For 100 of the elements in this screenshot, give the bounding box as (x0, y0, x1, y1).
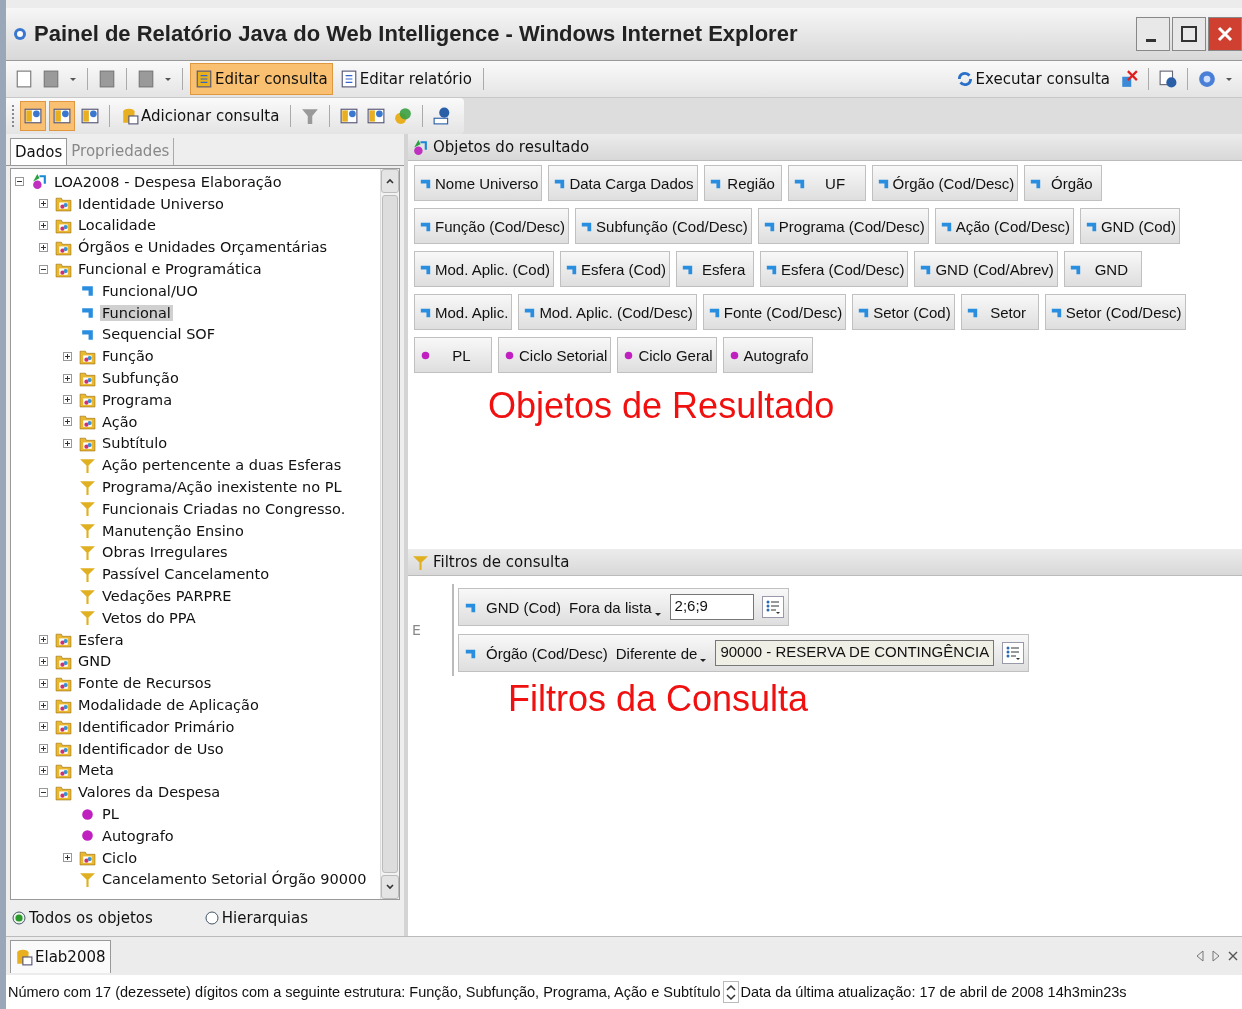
expand-icon[interactable] (39, 765, 51, 775)
view-option-radio[interactable]: Todos os objetos (12, 908, 153, 928)
expand-icon[interactable] (39, 656, 51, 666)
collapse-icon[interactable] (15, 177, 27, 187)
collapse-icon[interactable] (39, 264, 51, 274)
tree-item[interactable]: GND (76, 653, 114, 670)
tree-item[interactable]: Passível Cancelamento (100, 566, 272, 583)
result-object-button[interactable]: Mod. Aplic. (414, 294, 513, 330)
result-object-button[interactable]: Ação (Cod/Desc) (934, 208, 1074, 244)
tree-item[interactable]: Autografo (100, 827, 176, 844)
result-object-button[interactable]: Função (Cod/Desc) (414, 208, 570, 244)
panel-icon[interactable] (20, 101, 46, 131)
result-object-button[interactable]: Esfera (676, 251, 755, 287)
result-object-button[interactable]: Esfera (Cod) (560, 251, 671, 287)
tree-item[interactable]: Ação pertencente a duas Esferas (100, 457, 344, 474)
operator-dropdown[interactable]: Fora da lista (569, 598, 662, 616)
list-values-button[interactable] (761, 596, 784, 618)
tree-item[interactable]: Obras Irregulares (100, 544, 230, 561)
result-object-button[interactable]: Nome Universo (414, 165, 543, 201)
expand-icon[interactable] (63, 373, 75, 383)
next-tab-icon[interactable] (1212, 950, 1220, 962)
scroll-down-icon[interactable] (385, 882, 395, 892)
previous-tab-icon[interactable] (1196, 950, 1204, 962)
result-object-button[interactable]: Programa (Cod/Desc) (757, 208, 929, 244)
expand-icon[interactable] (39, 700, 51, 710)
report-tab[interactable]: Elab2008 (10, 939, 111, 973)
tree-item[interactable]: Vetos do PPA (100, 609, 198, 626)
expand-icon[interactable] (39, 199, 51, 209)
maximize-button[interactable] (1172, 17, 1206, 51)
radio-icon[interactable] (12, 911, 26, 925)
result-object-button[interactable]: Fonte (Cod/Desc) (702, 294, 847, 330)
result-object-button[interactable]: Subfunção (Cod/Desc) (575, 208, 752, 244)
expand-icon[interactable] (63, 351, 75, 361)
tree-item[interactable]: LOA2008 - Despesa Elaboração (52, 173, 284, 190)
tree-item[interactable]: Identificador Primário (76, 718, 237, 735)
query-filter[interactable]: Órgão (Cod/Desc) Diferente de 90000 - RESERVA DE CONTINGÊNCIA (458, 634, 1030, 672)
result-object-button[interactable]: Órgão (Cod/Desc) (871, 165, 1019, 201)
tree-item[interactable]: Ação (100, 413, 140, 430)
tree-item[interactable]: Funcional/UO (100, 282, 200, 299)
result-object-button[interactable]: Região (703, 165, 782, 201)
expand-icon[interactable] (39, 722, 51, 732)
tree-item[interactable]: Valores da Despesa (76, 784, 223, 801)
radio-icon[interactable] (204, 911, 219, 925)
tree-item[interactable]: Modalidade de Aplicação (76, 697, 261, 713)
tree-item[interactable]: Função (100, 348, 156, 365)
tree-item[interactable]: Identificador de Uso (76, 740, 226, 757)
run-query-button[interactable]: Executar consulta (951, 64, 1114, 94)
expand-icon[interactable] (39, 242, 51, 252)
result-object-button[interactable]: Esfera (Cod/Desc) (760, 251, 909, 287)
tree-item[interactable]: Funcionais Criadas no Congresso. (100, 500, 348, 517)
tree-item[interactable]: Subfunção (100, 370, 181, 387)
result-object-button[interactable]: GND (1063, 251, 1142, 287)
result-object-button[interactable]: Data Carga Dados (548, 165, 698, 201)
panel-tab[interactable]: Dados (10, 138, 68, 165)
view-option-radio[interactable]: Hierarquias (204, 908, 308, 928)
tree-item[interactable]: Fonte de Recursos (76, 675, 214, 692)
close-button[interactable] (1208, 17, 1242, 51)
tree-item[interactable]: Vedações PARPRE (100, 588, 234, 605)
tree-item[interactable]: Funcional e Programática (76, 261, 264, 278)
tree-item[interactable]: Esfera (76, 631, 126, 648)
result-object-button[interactable]: GND (Cod/Abrev) (914, 251, 1058, 287)
result-object-button[interactable]: Setor (Cod/Desc) (1044, 294, 1186, 330)
tree-item[interactable]: Manutenção Ensino (100, 522, 246, 539)
edit-query-button[interactable]: Editar consulta (190, 63, 333, 95)
expand-icon[interactable] (63, 395, 75, 405)
result-object-button[interactable]: Ciclo Setorial (498, 337, 612, 373)
tree-item[interactable]: Programa (100, 391, 175, 408)
expand-icon[interactable] (39, 678, 51, 688)
expand-icon[interactable] (39, 221, 51, 230)
result-object-button[interactable]: Ciclo Geral (617, 337, 717, 373)
result-object-button[interactable]: Autografo (722, 337, 813, 373)
expand-icon[interactable] (63, 853, 75, 863)
tree-item[interactable]: Funcional (100, 304, 173, 321)
result-object-button[interactable]: UF (787, 165, 866, 201)
tree-item[interactable]: Meta (76, 762, 116, 779)
expand-icon[interactable] (63, 417, 75, 427)
list-values-button[interactable] (1002, 642, 1025, 664)
result-object-button[interactable]: Mod. Aplic. (Cod) (414, 251, 555, 287)
tree-item[interactable]: Identidade Universo (76, 195, 226, 212)
tree-item[interactable]: Programa/Ação inexistente no PL (100, 479, 344, 496)
filter-value-field[interactable]: 2;6;9 (669, 594, 754, 620)
tree-item[interactable]: Cancelamento Setorial Órgão 90000 (100, 871, 369, 888)
operator-dropdown[interactable]: Diferente de (615, 644, 708, 662)
result-object-button[interactable]: Órgão (1024, 165, 1103, 201)
edit-report-button[interactable]: Editar relatório (335, 64, 476, 94)
outline-icon[interactable] (49, 101, 75, 131)
result-object-button[interactable]: GND (Cod) (1079, 208, 1180, 244)
logical-operator[interactable]: E (412, 622, 452, 638)
result-object-button[interactable]: PL (414, 337, 492, 373)
expand-icon[interactable] (39, 635, 51, 645)
tree-item[interactable]: Ciclo (100, 849, 140, 866)
result-object-button[interactable]: Setor (Cod) (852, 294, 955, 330)
tree-item[interactable]: Sequencial SOF (100, 326, 218, 343)
collapse-icon[interactable] (39, 787, 51, 797)
tree-item[interactable]: Subtítulo (100, 435, 170, 452)
tree-item[interactable]: Órgãos e Unidades Orçamentárias (76, 239, 330, 256)
result-object-button[interactable]: Setor (960, 294, 1039, 330)
query-filter[interactable]: GND (Cod) Fora da lista 2;6;9 (458, 588, 789, 626)
scrollbar[interactable] (380, 169, 399, 899)
expand-icon[interactable] (63, 438, 75, 448)
